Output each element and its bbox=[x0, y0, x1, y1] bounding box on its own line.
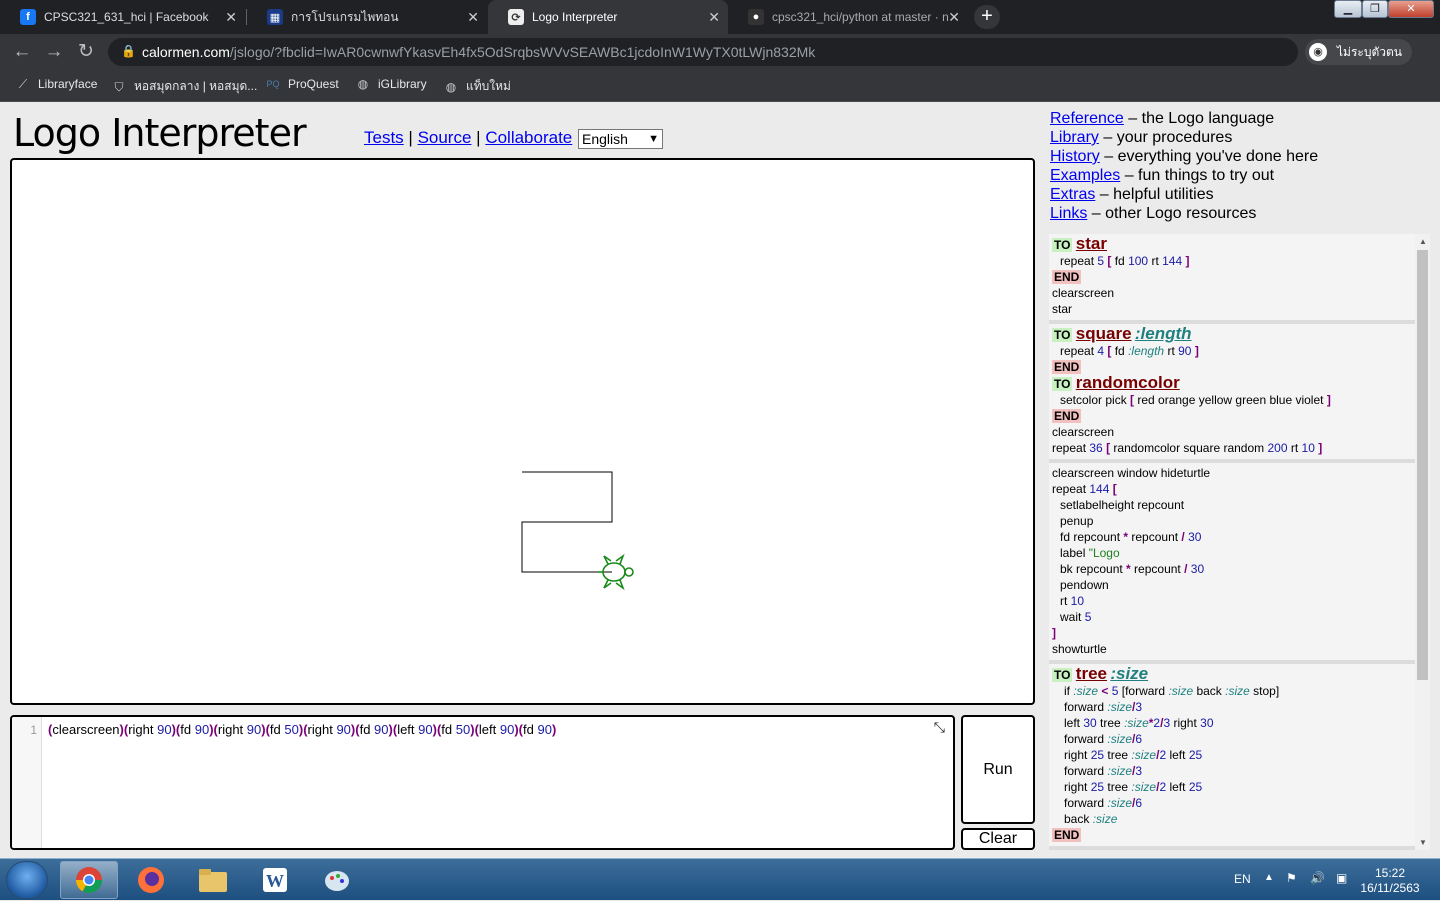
address-bar[interactable]: calormen.com/jslogo/?fbclid=IwAR0cwnwfYk… bbox=[108, 38, 1298, 66]
tab-bar: f CPSC321_631_hci | Facebook ✕ ▦ การโปรแ… bbox=[0, 0, 1440, 34]
example-square[interactable]: TO square :length repeat 4 [ fd :length … bbox=[1049, 324, 1429, 463]
tab-facebook[interactable]: f CPSC321_631_hci | Facebook ✕ bbox=[0, 0, 245, 34]
nav-library: Library – your procedures bbox=[1050, 129, 1233, 146]
examples-panel: TO star repeat 5 [ fd 100 rt 144 ] END c… bbox=[1049, 234, 1429, 850]
chevron-down-icon: ▼ bbox=[648, 133, 659, 145]
logo-interpreter-icon: ⟳ bbox=[508, 9, 524, 25]
minimize-button[interactable]: ▁ bbox=[1334, 0, 1362, 18]
svg-text:W: W bbox=[266, 871, 284, 891]
browser-toolbar: ← → ↻ calormen.com/jslogo/?fbclid=IwAR0c… bbox=[0, 34, 1440, 93]
bookmark-icon: ⟋ bbox=[18, 77, 28, 91]
window-close-button[interactable]: ✕ bbox=[1388, 0, 1434, 18]
example-tree[interactable]: TO tree :size if :size < 5 [forward :siz… bbox=[1049, 664, 1429, 850]
word-taskbar-button[interactable]: W bbox=[246, 861, 304, 899]
reload-icon[interactable]: ↻ bbox=[74, 40, 98, 64]
url-host: calormen.com bbox=[142, 44, 230, 60]
incognito-profile[interactable]: ◉ ไม่ระบุตัวตน bbox=[1305, 39, 1412, 65]
github-icon: ● bbox=[748, 9, 764, 25]
back-icon[interactable]: ← bbox=[10, 40, 34, 64]
page-title: Logo Interpreter bbox=[13, 111, 307, 155]
nav-history: History – everything you've done here bbox=[1050, 148, 1319, 165]
turtle-icon bbox=[598, 553, 634, 591]
code-editor[interactable]: 1 (clearscreen)(right 90)(fd 90)(right 9… bbox=[10, 715, 955, 850]
nav-extras: Extras – helpful utilities bbox=[1050, 186, 1214, 203]
example-star[interactable]: TO star repeat 5 [ fd 100 rt 144 ] END c… bbox=[1049, 234, 1429, 324]
language-select[interactable]: English ▼ bbox=[578, 129, 663, 149]
start-button[interactable] bbox=[6, 861, 48, 899]
chrome-icon bbox=[75, 867, 103, 894]
run-button[interactable]: Run bbox=[961, 715, 1035, 824]
volume-icon[interactable]: 🔊 bbox=[1310, 871, 1325, 885]
source-link[interactable]: Source bbox=[418, 128, 472, 147]
tab-github[interactable]: ● cpsc321_hci/python at master · n ✕ bbox=[728, 0, 968, 34]
nav-reference: Reference – the Logo language bbox=[1050, 110, 1275, 127]
windows-taskbar: W EN ▲ ⚑ 🔊 ▣ 15:22 16/11/2563 bbox=[0, 858, 1440, 900]
bookmark-new-tab[interactable]: ◍ แท็บใหม่ bbox=[444, 77, 511, 96]
url-path: /jslogo/?fbclid=IwAR0cwnwfYkasvEh4fx5OdS… bbox=[229, 44, 816, 60]
turtle-drawing bbox=[521, 471, 634, 591]
nav-links: Links – other Logo resources bbox=[1050, 205, 1257, 222]
expand-editor-icon[interactable]: ⤡ bbox=[934, 719, 945, 736]
scroll-down-icon[interactable]: ▼ bbox=[1419, 838, 1427, 847]
example-labels[interactable]: clearscreen window hideturtle repeat 144… bbox=[1049, 463, 1429, 664]
profile-label: ไม่ระบุตัวตน bbox=[1337, 44, 1402, 59]
clock[interactable]: 15:22 16/11/2563 bbox=[1360, 866, 1420, 896]
tab-title: การโปรแกรมไพทอน bbox=[291, 9, 399, 24]
line-gutter: 1 bbox=[12, 717, 42, 848]
examples-scrollbar[interactable]: ▲ ▼ bbox=[1415, 234, 1430, 850]
bookmark-central-library[interactable]: ⛉ หอสมุดกลาง | หอสมุด... bbox=[112, 77, 257, 96]
word-icon: W bbox=[263, 868, 287, 892]
close-tab-icon[interactable]: ✕ bbox=[225, 9, 237, 26]
clear-button[interactable]: Clear bbox=[961, 828, 1035, 850]
bookmarks-bar: ⟋ Libraryface ⛉ หอสมุดกลาง | หอสมุด... PQ P… bbox=[0, 70, 1440, 102]
proquest-icon: PQ bbox=[266, 79, 280, 89]
site-icon: ▦ bbox=[267, 9, 283, 25]
input-language[interactable]: EN bbox=[1234, 872, 1251, 886]
collaborate-link[interactable]: Collaborate bbox=[485, 128, 572, 147]
chrome-taskbar-button[interactable] bbox=[60, 861, 118, 899]
close-tab-icon[interactable]: ✕ bbox=[708, 9, 720, 26]
tab-logo-interpreter[interactable]: ⟳ Logo Interpreter ✕ bbox=[488, 0, 728, 34]
code-line[interactable]: (clearscreen)(right 90)(fd 90)(right 90)… bbox=[48, 722, 556, 737]
bookmark-iglibrary[interactable]: ◍ iGLibrary bbox=[356, 77, 427, 91]
maximize-button[interactable]: ❐ bbox=[1362, 0, 1388, 18]
paint-taskbar-button[interactable] bbox=[308, 861, 366, 899]
close-tab-icon[interactable]: ✕ bbox=[948, 9, 960, 26]
lock-icon[interactable]: 🔒 bbox=[121, 44, 136, 58]
network-icon[interactable]: ▣ bbox=[1336, 871, 1347, 885]
bookmark-libraryface[interactable]: ⟋ Libraryface bbox=[16, 77, 98, 91]
firefox-taskbar-button[interactable] bbox=[122, 861, 180, 899]
tray-expand-icon[interactable]: ▲ bbox=[1264, 872, 1274, 883]
facebook-icon: f bbox=[20, 9, 36, 25]
new-tab-button[interactable]: + bbox=[974, 5, 1000, 29]
scroll-up-icon[interactable]: ▲ bbox=[1419, 237, 1427, 246]
globe-icon: ◍ bbox=[357, 77, 369, 91]
nav-examples: Examples – fun things to try out bbox=[1050, 167, 1275, 184]
bookmark-proquest[interactable]: PQ ProQuest bbox=[266, 77, 338, 91]
scroll-thumb[interactable] bbox=[1417, 250, 1428, 680]
folder-icon bbox=[199, 869, 227, 892]
tab-python[interactable]: ▦ การโปรแกรมไพทอน ✕ bbox=[247, 0, 487, 34]
flag-icon[interactable]: ⚑ bbox=[1286, 871, 1297, 885]
explorer-taskbar-button[interactable] bbox=[184, 861, 242, 899]
tab-title: cpsc321_hci/python at master · n bbox=[772, 10, 949, 24]
globe-icon: ◍ bbox=[445, 79, 457, 94]
close-tab-icon[interactable]: ✕ bbox=[467, 9, 479, 26]
side-navigation: Reference – the Logo language Library – … bbox=[1050, 109, 1318, 223]
incognito-icon: ◉ bbox=[1309, 43, 1327, 61]
top-links: Tests | Source | Collaborate | bbox=[364, 128, 582, 147]
tab-title: CPSC321_631_hci | Facebook bbox=[44, 10, 209, 24]
forward-icon[interactable]: → bbox=[42, 40, 66, 64]
paint-icon bbox=[325, 871, 349, 891]
tab-title: Logo Interpreter bbox=[532, 10, 618, 24]
page-content: Logo Interpreter Tests | Source | Collab… bbox=[0, 103, 1440, 858]
tests-link[interactable]: Tests bbox=[364, 128, 404, 147]
turtle-canvas[interactable] bbox=[10, 158, 1035, 705]
shield-icon: ⛉ bbox=[114, 79, 124, 94]
firefox-icon bbox=[138, 867, 164, 893]
